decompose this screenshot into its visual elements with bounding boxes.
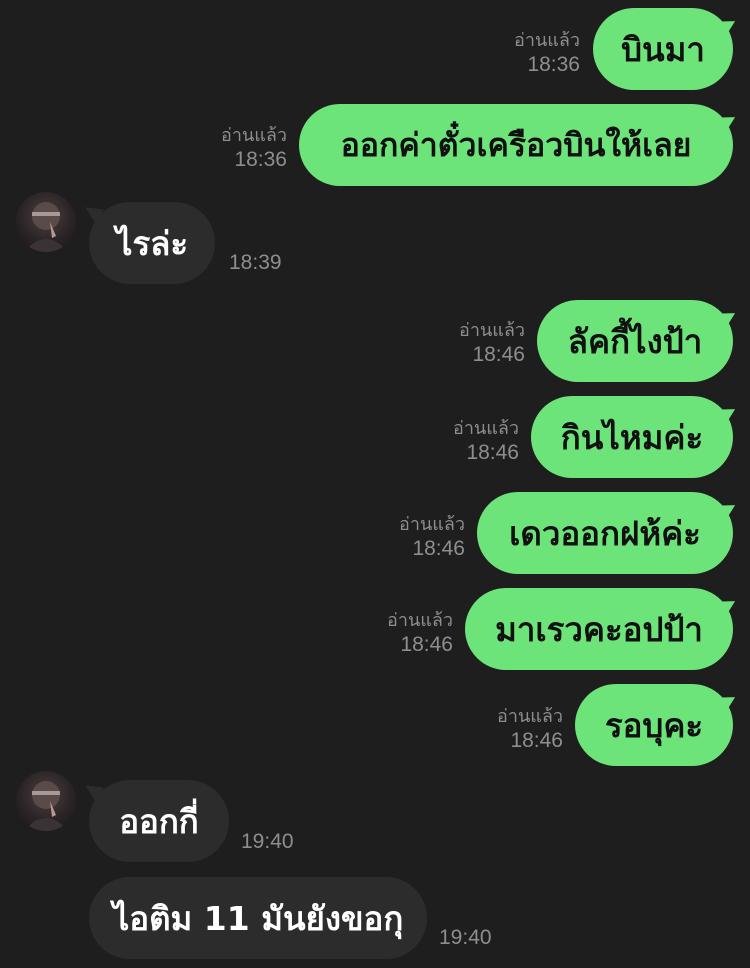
read-receipt: อ่านแล้ว (497, 706, 563, 726)
outgoing-message[interactable]: เดวออกฝห้ค่ะ (477, 492, 733, 574)
incoming-message[interactable]: ออกกี่ (89, 780, 229, 862)
message-text: ออกกี่ (119, 801, 199, 841)
message-time: 18:36 (234, 147, 287, 171)
message-text: ไรล่ะ (115, 223, 189, 263)
message-time: 18:46 (510, 728, 563, 752)
message-text: ออกค่าตั๋วเครือวบินให้เลย (340, 125, 692, 164)
outgoing-message[interactable]: บินมา (593, 8, 733, 90)
contact-avatar[interactable] (16, 771, 76, 831)
outgoing-message[interactable]: กินไหมค่ะ (531, 396, 733, 478)
outgoing-message[interactable]: ออกค่าตั๋วเครือวบินให้เลย (299, 104, 733, 186)
outgoing-message[interactable]: ลัคกี้ไงป้า (537, 300, 733, 382)
message-meta: อ่านแล้ว 18:46 (399, 514, 465, 561)
message-time: 18:39 (229, 251, 282, 274)
message-text: เดวออกฝห้ค่ะ (509, 513, 701, 553)
read-receipt: อ่านแล้ว (387, 610, 453, 630)
message-time: 18:46 (472, 342, 525, 366)
chat-screen: อ่านแล้ว 18:36 บินมา อ่านแล้ว 18:36 ออกค… (0, 0, 750, 968)
outgoing-message[interactable]: รอบุคะ (575, 684, 733, 766)
message-meta: อ่านแล้ว 18:36 (221, 125, 287, 172)
read-receipt: อ่านแล้ว (399, 514, 465, 534)
message-meta: อ่านแล้ว 18:46 (387, 610, 453, 657)
message-text: มาเรวคะอปป้า (495, 609, 703, 649)
read-receipt: อ่านแล้ว (459, 320, 525, 340)
message-meta: อ่านแล้ว 18:46 (459, 320, 525, 367)
read-receipt: อ่านแล้ว (514, 30, 580, 50)
outgoing-message[interactable]: มาเรวคะอปป้า (465, 588, 733, 670)
avatar-photo-icon (24, 781, 68, 831)
message-text: บินมา (621, 29, 705, 69)
message-time: 19:40 (439, 926, 492, 949)
message-time: 18:46 (400, 632, 453, 656)
incoming-message[interactable]: ไอติม 11 มันยังขอกุ (89, 877, 427, 959)
message-meta: อ่านแล้ว 18:46 (497, 706, 563, 753)
message-text: รอบุคะ (604, 705, 704, 745)
avatar-photo-icon (24, 202, 68, 252)
incoming-message[interactable]: ไรล่ะ (89, 202, 215, 284)
message-text: ลัคกี้ไงป้า (567, 321, 703, 361)
message-time: 18:36 (527, 52, 580, 76)
contact-avatar[interactable] (16, 192, 76, 252)
message-time: 18:46 (466, 440, 519, 464)
message-time: 19:40 (241, 830, 294, 853)
message-text: ไอติม 11 มันยังขอกุ (112, 898, 404, 938)
read-receipt: อ่านแล้ว (453, 418, 519, 438)
message-meta: อ่านแล้ว 18:36 (514, 30, 580, 77)
message-time: 18:46 (412, 536, 465, 560)
read-receipt: อ่านแล้ว (221, 125, 287, 145)
message-meta: อ่านแล้ว 18:46 (453, 418, 519, 465)
message-text: กินไหมค่ะ (560, 417, 704, 457)
